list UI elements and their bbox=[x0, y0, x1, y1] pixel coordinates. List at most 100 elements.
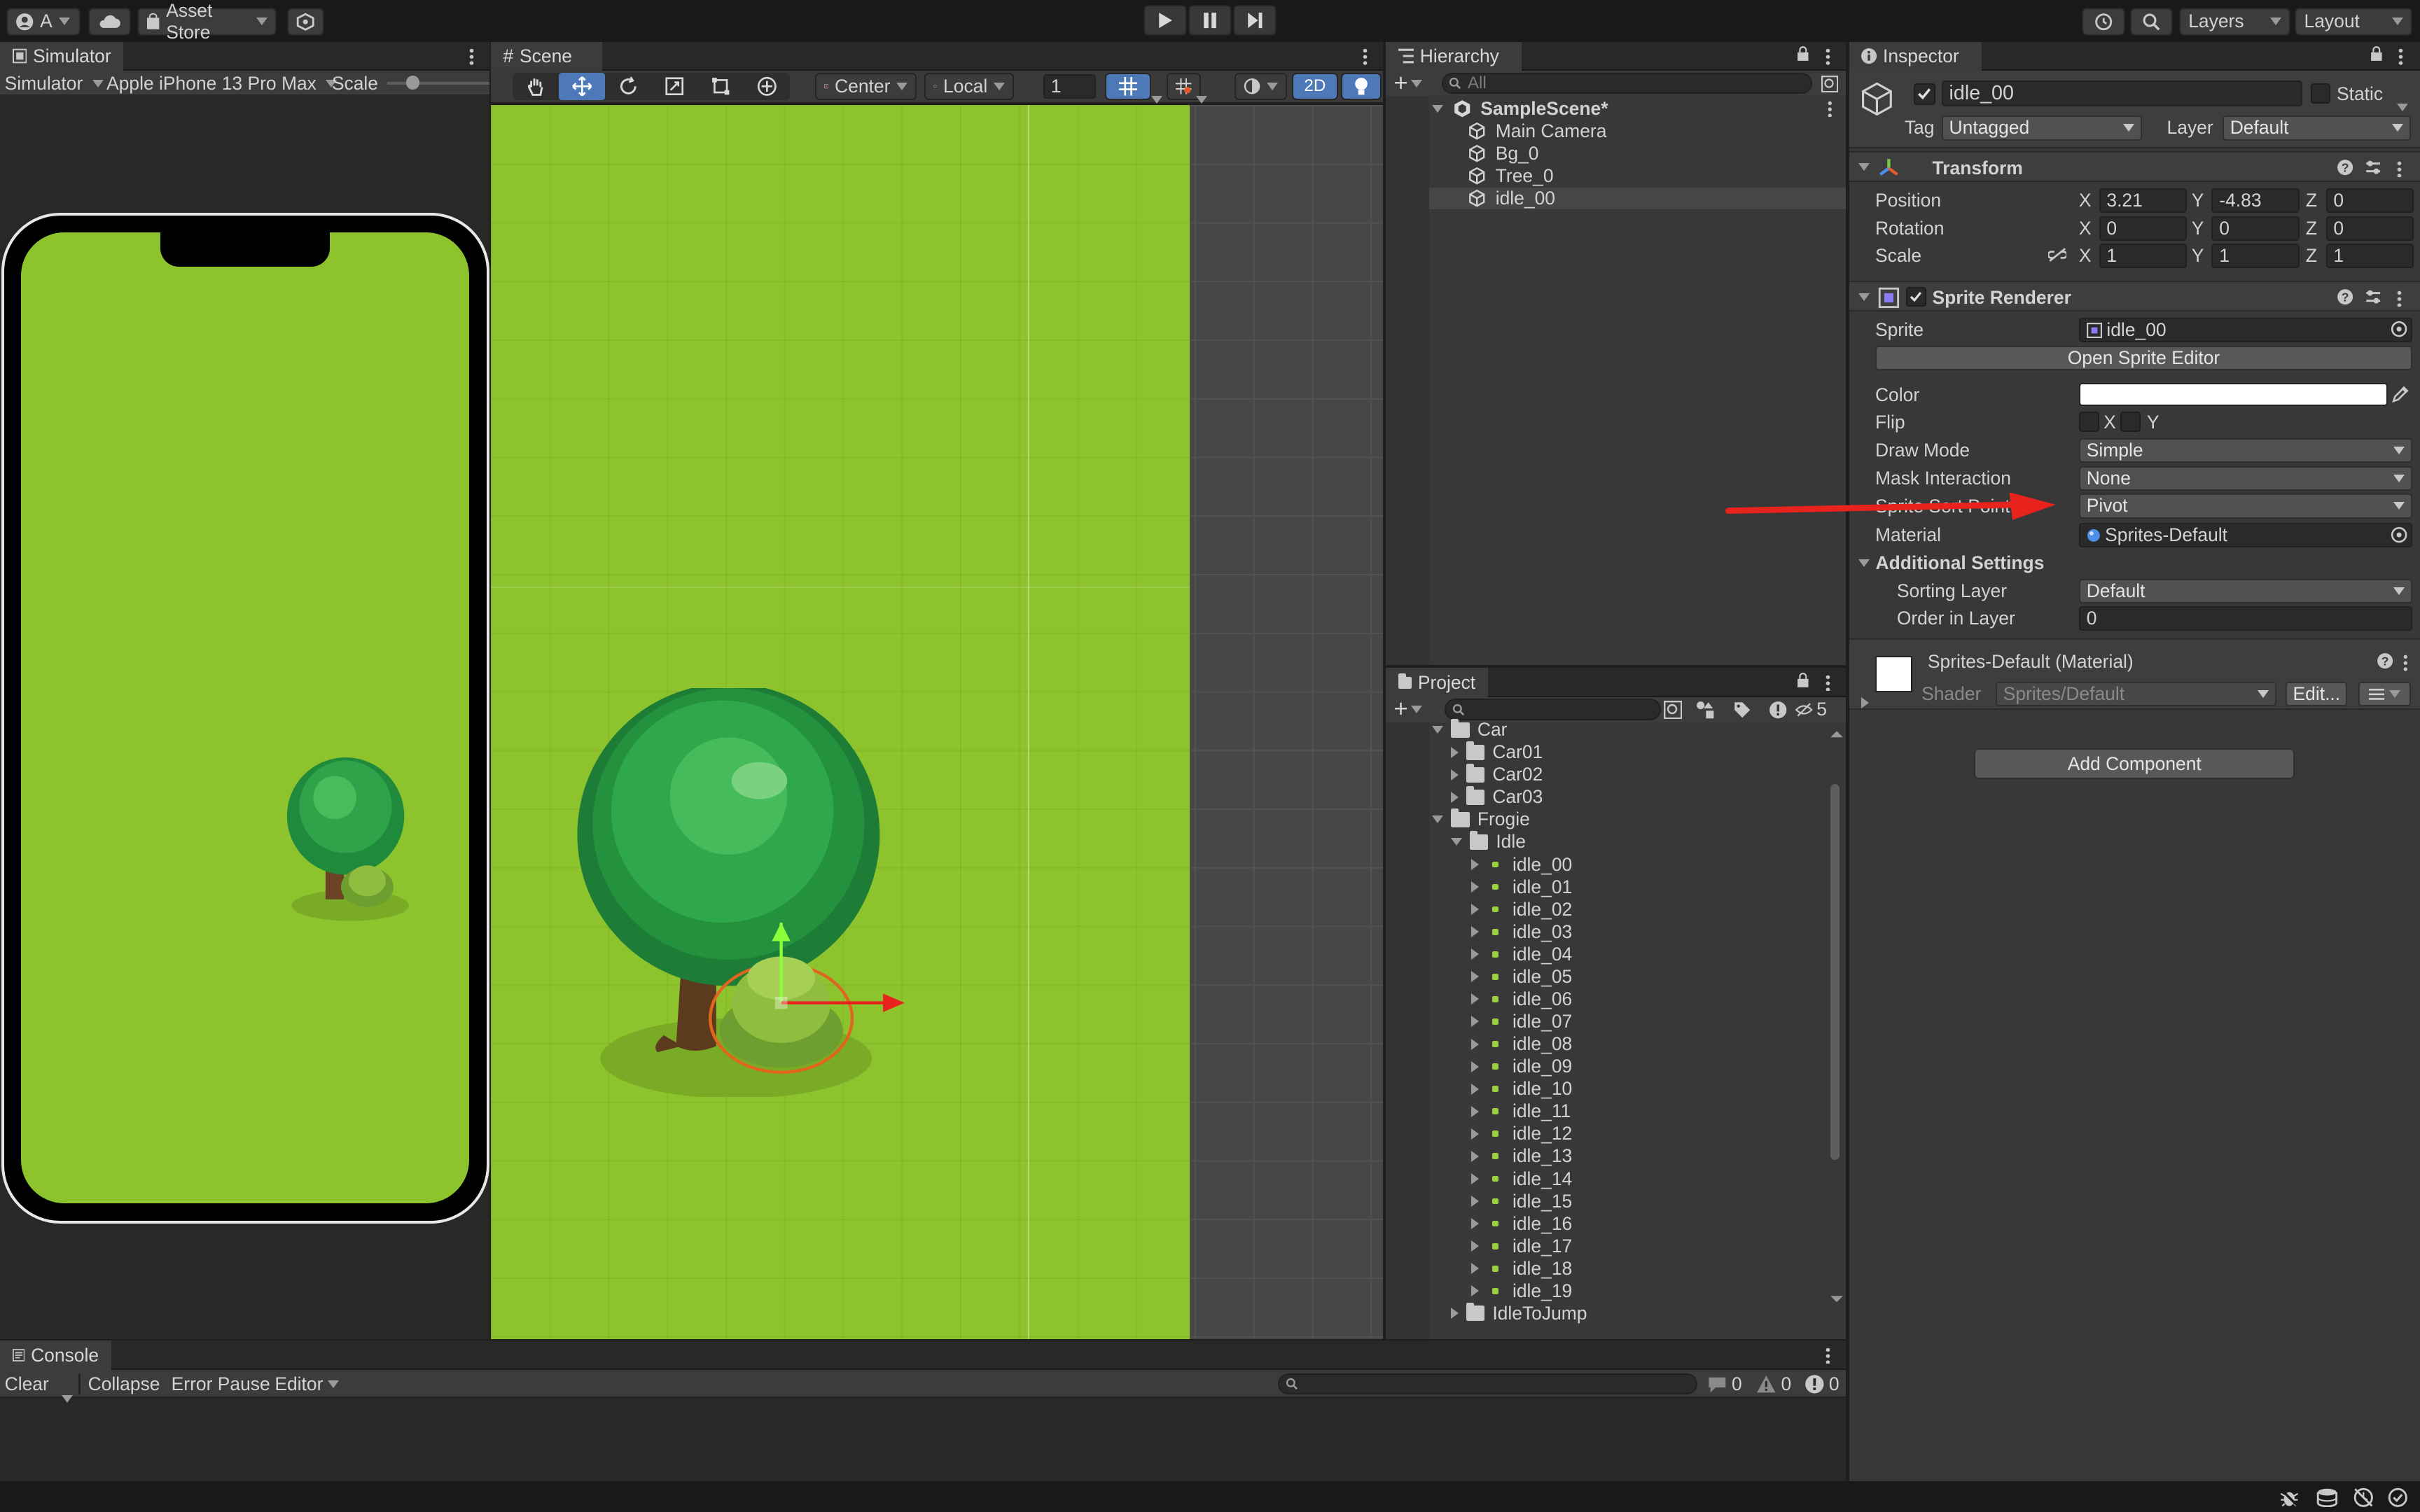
more-options-icon[interactable] bbox=[1826, 1347, 1831, 1364]
2d-mode-button[interactable]: 2D bbox=[1291, 72, 1338, 101]
flip-y-checkbox[interactable] bbox=[2120, 412, 2141, 433]
object-name-input[interactable]: idle_00 bbox=[1941, 80, 2303, 107]
search-by-type-icon[interactable] bbox=[1821, 75, 1839, 93]
project-folder-item[interactable]: Frogie bbox=[1432, 808, 1530, 830]
help-icon[interactable]: ? bbox=[2337, 159, 2353, 176]
help-icon[interactable]: ? bbox=[2337, 288, 2353, 305]
device-dropdown[interactable]: Apple iPhone 13 Pro Max bbox=[106, 73, 338, 94]
eyedropper-icon[interactable] bbox=[2392, 386, 2409, 403]
rotation-axis-z-label[interactable]: Z bbox=[2306, 218, 2317, 239]
collapse-arrow-icon[interactable] bbox=[1470, 1263, 1479, 1275]
more-options-icon[interactable] bbox=[2396, 290, 2402, 307]
collapse-arrow-icon[interactable] bbox=[1470, 881, 1479, 893]
project-asset-item[interactable]: idle_05 bbox=[1470, 966, 1572, 988]
lock-icon[interactable] bbox=[1797, 46, 1809, 62]
project-asset-item[interactable]: idle_13 bbox=[1470, 1145, 1572, 1167]
grid-size-input[interactable]: 1 bbox=[1043, 74, 1096, 99]
console-search-input[interactable] bbox=[1277, 1373, 1698, 1395]
collapse-arrow-icon[interactable] bbox=[1470, 1105, 1479, 1117]
foldout-arrow-icon[interactable] bbox=[1858, 293, 1870, 301]
material-object-field[interactable]: Sprites-Default bbox=[2078, 523, 2412, 548]
space-local-dropdown[interactable]: Local bbox=[924, 72, 1015, 101]
collapse-arrow-icon[interactable] bbox=[1470, 904, 1479, 916]
draw-mode-button[interactable] bbox=[1235, 72, 1288, 101]
project-asset-item[interactable]: idle_00 bbox=[1470, 854, 1572, 876]
tag-dropdown[interactable]: Untagged bbox=[1941, 115, 2143, 141]
search-button[interactable] bbox=[2129, 8, 2174, 36]
position-axis-x-label[interactable]: X bbox=[2079, 190, 2092, 211]
more-options-icon[interactable] bbox=[2396, 160, 2402, 178]
scale-axis-x-label[interactable]: X bbox=[2079, 245, 2092, 267]
rotation-z-input[interactable]: 0 bbox=[2325, 216, 2414, 241]
clear-options-dropdown[interactable] bbox=[62, 1381, 74, 1409]
hierarchy-search-input[interactable]: All bbox=[1441, 72, 1812, 94]
scale-z-input[interactable]: 1 bbox=[2325, 244, 2414, 269]
collapse-arrow-icon[interactable] bbox=[1470, 1240, 1479, 1252]
flip-x-checkbox[interactable] bbox=[2078, 412, 2099, 433]
position-x-input[interactable]: 3.21 bbox=[2099, 188, 2188, 214]
collapse-arrow-icon[interactable] bbox=[1470, 971, 1479, 983]
project-scrollbar[interactable] bbox=[1828, 728, 1843, 1305]
rotation-x-input[interactable]: 0 bbox=[2099, 216, 2188, 241]
grid-snap-button[interactable] bbox=[1105, 72, 1152, 101]
order-in-layer-input[interactable]: 0 bbox=[2078, 606, 2412, 631]
rect-tool-button[interactable] bbox=[697, 73, 744, 101]
play-button[interactable] bbox=[1143, 4, 1187, 36]
tab-scene[interactable]: # Scene bbox=[490, 41, 602, 71]
warning-count-toggle[interactable]: 0 bbox=[1756, 1373, 1791, 1395]
asset-store-button[interactable]: Asset Store bbox=[137, 0, 277, 43]
collapse-arrow-icon[interactable] bbox=[1470, 948, 1479, 960]
hierarchy-item[interactable]: Main Camera bbox=[1429, 120, 1846, 142]
project-folder-item[interactable]: Car02 bbox=[1450, 764, 1543, 785]
scroll-up-arrow-icon[interactable] bbox=[1829, 728, 1844, 741]
more-options-icon[interactable] bbox=[2398, 48, 2403, 65]
hidden-packages-toggle[interactable]: 5 bbox=[1795, 699, 1827, 720]
clear-button[interactable]: Clear bbox=[5, 1373, 49, 1395]
filter-by-label-icon[interactable] bbox=[1733, 701, 1751, 719]
simulator-mode-dropdown[interactable]: Simulator bbox=[5, 73, 104, 94]
sprite-object-field[interactable]: idle_00 bbox=[2078, 318, 2412, 343]
more-options-icon[interactable] bbox=[1826, 48, 1831, 65]
warning-filter-icon[interactable] bbox=[1769, 701, 1787, 719]
project-folder-item[interactable]: Car bbox=[1432, 719, 1507, 741]
rotation-axis-y-label[interactable]: Y bbox=[2192, 218, 2204, 239]
scroll-down-arrow-icon[interactable] bbox=[1829, 1293, 1844, 1306]
pivot-center-dropdown[interactable]: Center bbox=[814, 72, 917, 101]
position-y-input[interactable]: -4.83 bbox=[2211, 188, 2300, 214]
project-asset-item[interactable]: idle_09 bbox=[1470, 1056, 1572, 1077]
collapse-arrow-icon[interactable] bbox=[1470, 1083, 1479, 1095]
project-asset-item[interactable]: idle_14 bbox=[1470, 1168, 1572, 1190]
project-asset-item[interactable]: idle_18 bbox=[1470, 1258, 1572, 1280]
constrain-proportions-icon[interactable] bbox=[2047, 247, 2067, 262]
material-foldout-arrow-icon[interactable] bbox=[1861, 697, 1870, 709]
collapse-arrow-icon[interactable] bbox=[1470, 1016, 1479, 1028]
scale-axis-z-label[interactable]: Z bbox=[2306, 245, 2317, 267]
step-button[interactable] bbox=[1233, 4, 1277, 36]
rotation-y-input[interactable]: 0 bbox=[2211, 216, 2300, 241]
error-count-toggle[interactable]: 0 bbox=[1804, 1373, 1840, 1395]
cache-server-icon[interactable] bbox=[2316, 1488, 2338, 1508]
tab-inspector[interactable]: Inspector bbox=[1849, 41, 1982, 71]
sorting-layer-dropdown[interactable]: Default bbox=[2078, 578, 2412, 603]
shader-options-button[interactable] bbox=[2358, 681, 2411, 707]
project-asset-item[interactable]: idle_19 bbox=[1470, 1280, 1572, 1302]
editor-dropdown[interactable]: Editor bbox=[274, 1373, 340, 1395]
check-status-icon[interactable] bbox=[2388, 1488, 2408, 1508]
additional-settings-foldout[interactable]: Additional Settings bbox=[1858, 552, 2044, 574]
more-options-icon[interactable] bbox=[1827, 100, 1833, 118]
collapse-arrow-icon[interactable] bbox=[1470, 1172, 1479, 1184]
hierarchy-item[interactable]: Tree_0 bbox=[1429, 165, 1846, 187]
collapse-arrow-icon[interactable] bbox=[1470, 1285, 1479, 1297]
project-asset-item[interactable]: idle_02 bbox=[1470, 899, 1572, 920]
expand-arrow-icon[interactable] bbox=[1432, 104, 1444, 113]
project-asset-item[interactable]: idle_11 bbox=[1470, 1100, 1571, 1122]
scale-x-input[interactable]: 1 bbox=[2099, 244, 2188, 269]
mask-interaction-dropdown[interactable]: None bbox=[2078, 465, 2412, 491]
log-count-toggle[interactable]: 0 bbox=[1707, 1373, 1742, 1395]
lock-icon[interactable] bbox=[2370, 46, 2383, 62]
scale-slider-thumb[interactable] bbox=[405, 75, 420, 90]
collapse-arrow-icon[interactable] bbox=[1470, 1195, 1479, 1207]
tab-console[interactable]: Console bbox=[0, 1340, 111, 1371]
project-create-button[interactable]: + bbox=[1393, 697, 1423, 722]
project-asset-item[interactable]: idle_03 bbox=[1470, 921, 1572, 943]
